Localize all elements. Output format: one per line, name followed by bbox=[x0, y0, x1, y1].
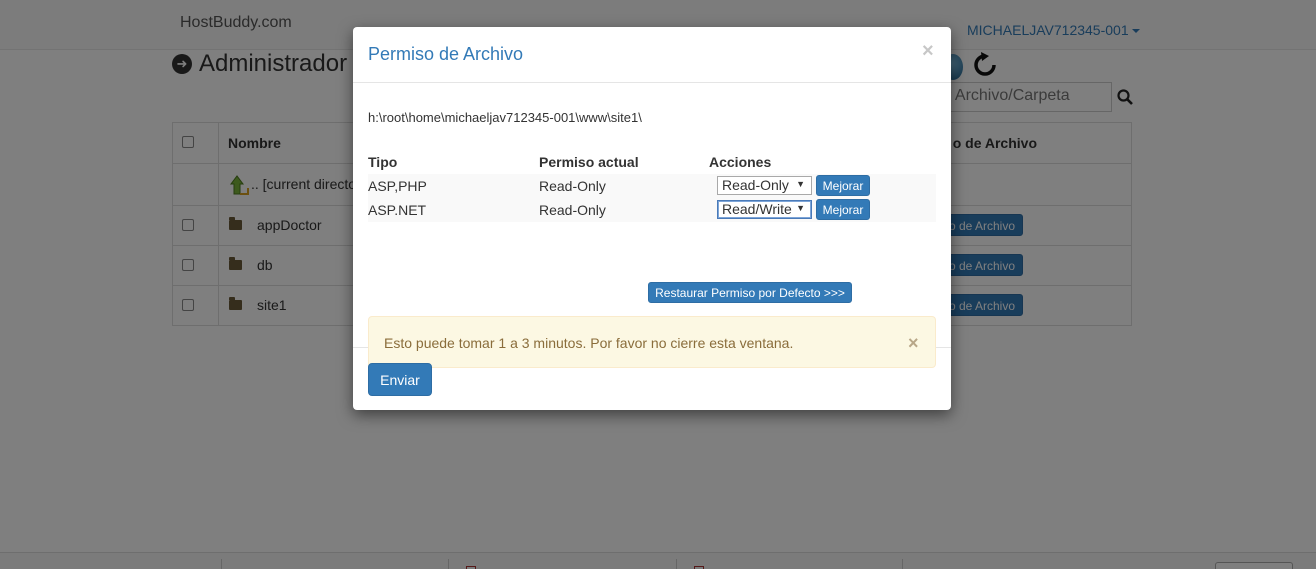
permission-table: Tipo Permiso actual Acciones ASP,PHP Rea… bbox=[368, 154, 936, 222]
permission-select[interactable]: Read-Only ▼ bbox=[717, 176, 812, 195]
modal-header: Permiso de Archivo × bbox=[353, 27, 951, 83]
type-cell: ASP.NET bbox=[368, 202, 427, 218]
column-header-tipo: Tipo bbox=[368, 154, 398, 170]
type-cell: ASP,PHP bbox=[368, 178, 427, 194]
permission-select[interactable]: Read/Write ▼ bbox=[717, 200, 812, 219]
current-permission-cell: Read-Only bbox=[539, 202, 606, 218]
close-icon[interactable]: × bbox=[922, 40, 934, 63]
column-header-permiso: Permiso actual bbox=[539, 154, 639, 170]
submit-button[interactable]: Enviar bbox=[368, 363, 432, 396]
dropdown-arrow-icon: ▼ bbox=[796, 179, 805, 189]
column-header-acciones: Acciones bbox=[709, 154, 772, 170]
upgrade-button[interactable]: Mejorar bbox=[816, 175, 870, 196]
restore-default-permission-button[interactable]: Restaurar Permiso por Defecto >>> bbox=[648, 282, 852, 303]
current-permission-cell: Read-Only bbox=[539, 178, 606, 194]
permission-row: ASP,PHP Read-Only Read-Only ▼ Mejorar bbox=[368, 174, 936, 198]
modal-title: Permiso de Archivo bbox=[368, 44, 524, 64]
permission-select-value: Read/Write bbox=[722, 201, 792, 217]
permission-table-header: Tipo Permiso actual Acciones bbox=[368, 154, 936, 174]
modal-footer: Enviar bbox=[353, 348, 951, 410]
dropdown-arrow-icon: ▼ bbox=[796, 203, 805, 213]
upgrade-button[interactable]: Mejorar bbox=[816, 199, 870, 220]
permission-select-value: Read-Only bbox=[722, 177, 789, 193]
folder-path: h:\root\home\michaeljav712345-001\www\si… bbox=[368, 110, 642, 125]
permission-row: ASP.NET Read-Only Read/Write ▼ Mejorar bbox=[368, 198, 936, 222]
modal-body: h:\root\home\michaeljav712345-001\www\si… bbox=[353, 83, 951, 368]
file-permission-dialog: Permiso de Archivo × h:\root\home\michae… bbox=[353, 27, 951, 410]
